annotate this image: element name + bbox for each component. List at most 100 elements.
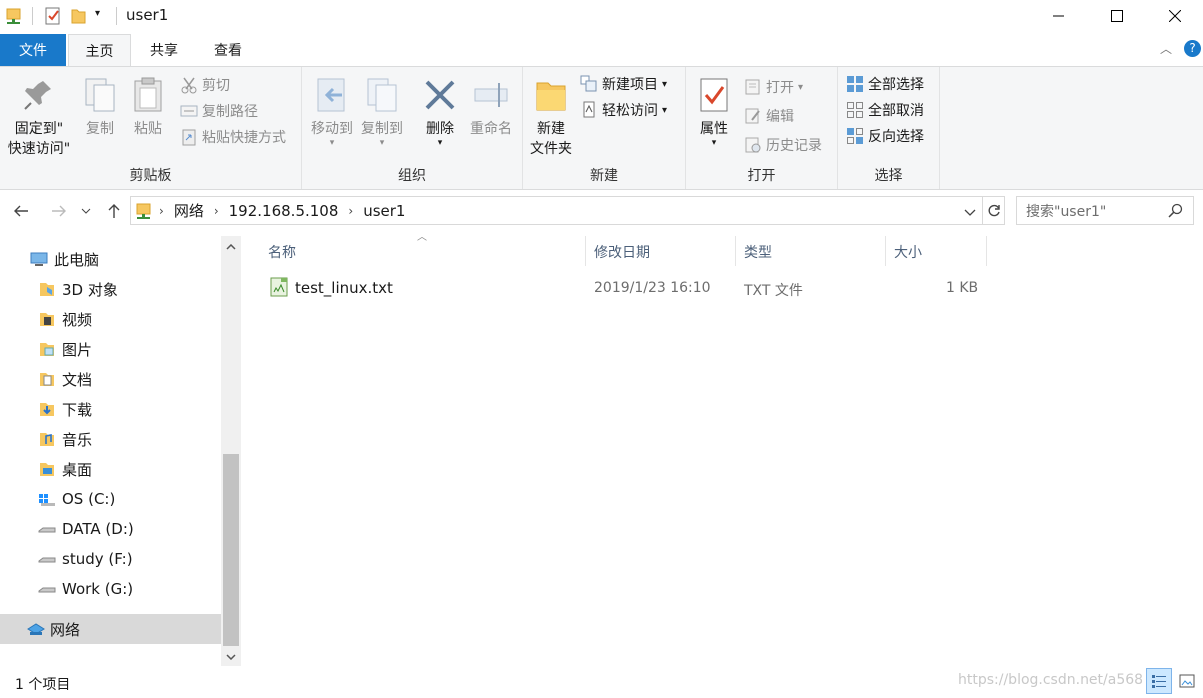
nav-item-network[interactable]: 网络 xyxy=(0,614,221,644)
file-row[interactable]: test_linux.txt 2019/1/23 16:10 TXT 文件 1 … xyxy=(260,274,987,302)
minimize-icon xyxy=(1053,15,1064,17)
open-button[interactable]: 打开 ▾ xyxy=(744,75,803,99)
breadcrumb-network[interactable]: 网络 xyxy=(174,200,204,221)
navigation-scrollbar[interactable] xyxy=(221,236,241,666)
tab-view[interactable]: 查看 xyxy=(198,34,258,66)
address-bar[interactable]: › 网络 › 192.168.5.108 › user1 xyxy=(130,196,983,225)
delete-button[interactable]: 删除 ▾ xyxy=(418,71,462,148)
invert-selection-button[interactable]: 反向选择 xyxy=(846,124,924,148)
easy-access-button[interactable]: 轻松访问 ▾ xyxy=(580,98,667,122)
new-folder-quick-icon[interactable] xyxy=(70,6,86,26)
nav-item-study-f[interactable]: study (F:) xyxy=(0,544,221,574)
nav-item-documents[interactable]: 文档 xyxy=(0,364,221,394)
copy-to-button[interactable]: 复制到 ▾ xyxy=(358,71,406,148)
copy-button[interactable]: 复制 xyxy=(80,71,120,139)
cut-button[interactable]: 剪切 xyxy=(180,73,230,97)
rename-button[interactable]: 重命名 xyxy=(466,71,516,139)
scrollbar-thumb[interactable] xyxy=(223,454,239,646)
close-button[interactable] xyxy=(1146,0,1203,32)
column-header-name[interactable]: 名称 xyxy=(260,236,586,266)
details-view-button[interactable] xyxy=(1146,668,1172,694)
back-arrow-icon xyxy=(14,205,28,217)
copy-label: 复制 xyxy=(86,121,114,137)
clipboard-group: 固定到" 快速访问" 复制 粘贴 剪切 复制路径 粘贴快捷方式 剪贴板 xyxy=(0,67,302,189)
network-icon xyxy=(26,620,45,638)
address-dropdown-icon[interactable] xyxy=(964,205,976,221)
properties-quick-icon[interactable] xyxy=(44,6,62,26)
nav-item-data-d[interactable]: DATA (D:) xyxy=(0,514,221,544)
paste-button[interactable]: 粘贴 xyxy=(128,71,168,139)
nav-item-music[interactable]: 音乐 xyxy=(0,424,221,454)
select-none-button[interactable]: 全部取消 xyxy=(846,98,924,122)
new-folder-button[interactable]: 新建 文件夹 xyxy=(527,71,575,159)
new-group: 新建 文件夹 新建项目 ▾ 轻松访问 ▾ 新建 xyxy=(523,67,686,189)
move-to-button[interactable]: 移动到 ▾ xyxy=(308,71,356,148)
recent-locations-button[interactable] xyxy=(76,196,96,226)
window-title: user1 xyxy=(126,6,169,24)
large-icons-view-button[interactable] xyxy=(1174,668,1200,694)
new-item-button[interactable]: 新建项目 ▾ xyxy=(580,72,667,96)
paste-shortcut-button[interactable]: 粘贴快捷方式 xyxy=(180,125,286,149)
tab-file[interactable]: 文件 xyxy=(0,34,66,66)
pin-quick-access-button[interactable]: 固定到" 快速访问" xyxy=(4,71,74,159)
nav-item-pictures[interactable]: 图片 xyxy=(0,334,221,364)
tab-home[interactable]: 主页 xyxy=(68,34,131,67)
easy-access-icon xyxy=(580,101,598,119)
open-group-label: 打开 xyxy=(747,168,776,184)
properties-button[interactable]: 属性 ▾ xyxy=(692,71,736,148)
up-button[interactable] xyxy=(101,196,127,226)
windows-drive-icon xyxy=(38,490,56,508)
watermark: https://blog.csdn.net/a568 xyxy=(958,672,1144,688)
refresh-icon xyxy=(988,204,1000,216)
desktop-icon xyxy=(38,460,56,478)
delete-x-icon xyxy=(422,75,458,115)
large-icons-view-icon xyxy=(1179,674,1195,688)
maximize-icon xyxy=(1111,10,1123,22)
collapse-ribbon-icon[interactable]: ︿ xyxy=(1160,40,1172,57)
nav-item-videos[interactable]: 视频 xyxy=(0,304,221,334)
nav-item-work-g[interactable]: Work (G:) xyxy=(0,574,221,604)
copy-path-button[interactable]: 复制路径 xyxy=(180,99,258,123)
file-name: test_linux.txt xyxy=(295,279,393,297)
back-button[interactable] xyxy=(8,196,34,226)
column-headers: 名称 修改日期 类型 大小 xyxy=(260,236,987,266)
select-group: 全部选择 全部取消 反向选择 选择 xyxy=(838,67,940,189)
tab-share[interactable]: 共享 xyxy=(134,34,194,66)
help-icon[interactable]: ? xyxy=(1184,40,1201,57)
scroll-up-icon[interactable] xyxy=(221,238,241,256)
title-bar: ▾ user1 xyxy=(0,0,1203,32)
file-modified: 2019/1/23 16:10 xyxy=(594,280,711,296)
videos-icon xyxy=(38,310,56,328)
item-count: 1 个项目 xyxy=(15,677,71,693)
customize-quick-access-icon[interactable]: ▾ xyxy=(95,8,100,28)
edit-button[interactable]: 编辑 xyxy=(744,104,794,128)
maximize-button[interactable] xyxy=(1088,0,1146,32)
3d-objects-icon xyxy=(38,280,56,298)
minimize-button[interactable] xyxy=(1030,0,1088,32)
column-header-type[interactable]: 类型 xyxy=(736,236,886,266)
nav-item-desktop[interactable]: 桌面 xyxy=(0,454,221,484)
edit-icon xyxy=(744,107,762,125)
scroll-down-icon[interactable] xyxy=(221,648,241,666)
column-header-modified[interactable]: 修改日期 xyxy=(586,236,736,266)
navigation-pane: 此电脑 3D 对象 视频 图片 文档 下载 音乐 桌面 OS (C:) DATA… xyxy=(0,236,221,666)
ribbon: 固定到" 快速访问" 复制 粘贴 剪切 复制路径 粘贴快捷方式 剪贴板 移动到 … xyxy=(0,66,1203,190)
refresh-button[interactable] xyxy=(983,196,1005,225)
nav-item-3d-objects[interactable]: 3D 对象 xyxy=(0,274,221,304)
invert-selection-icon xyxy=(846,127,864,145)
nav-item-downloads[interactable]: 下载 xyxy=(0,394,221,424)
column-header-size[interactable]: 大小 xyxy=(886,236,987,266)
history-button[interactable]: 历史记录 xyxy=(744,133,822,157)
chevron-down-icon xyxy=(81,208,91,214)
downloads-icon xyxy=(38,400,56,418)
clipboard-group-label: 剪贴板 xyxy=(129,168,172,184)
select-all-button[interactable]: 全部选择 xyxy=(846,72,924,96)
pictures-icon xyxy=(38,340,56,358)
search-input[interactable]: 搜索"user1" xyxy=(1016,196,1194,225)
copy-to-icon xyxy=(364,75,400,115)
nav-item-os-c[interactable]: OS (C:) xyxy=(0,484,221,514)
breadcrumb-folder[interactable]: user1 xyxy=(363,202,405,220)
forward-button[interactable] xyxy=(46,196,72,226)
nav-item-this-pc[interactable]: 此电脑 xyxy=(0,244,221,274)
breadcrumb-host[interactable]: 192.168.5.108 xyxy=(229,202,339,220)
